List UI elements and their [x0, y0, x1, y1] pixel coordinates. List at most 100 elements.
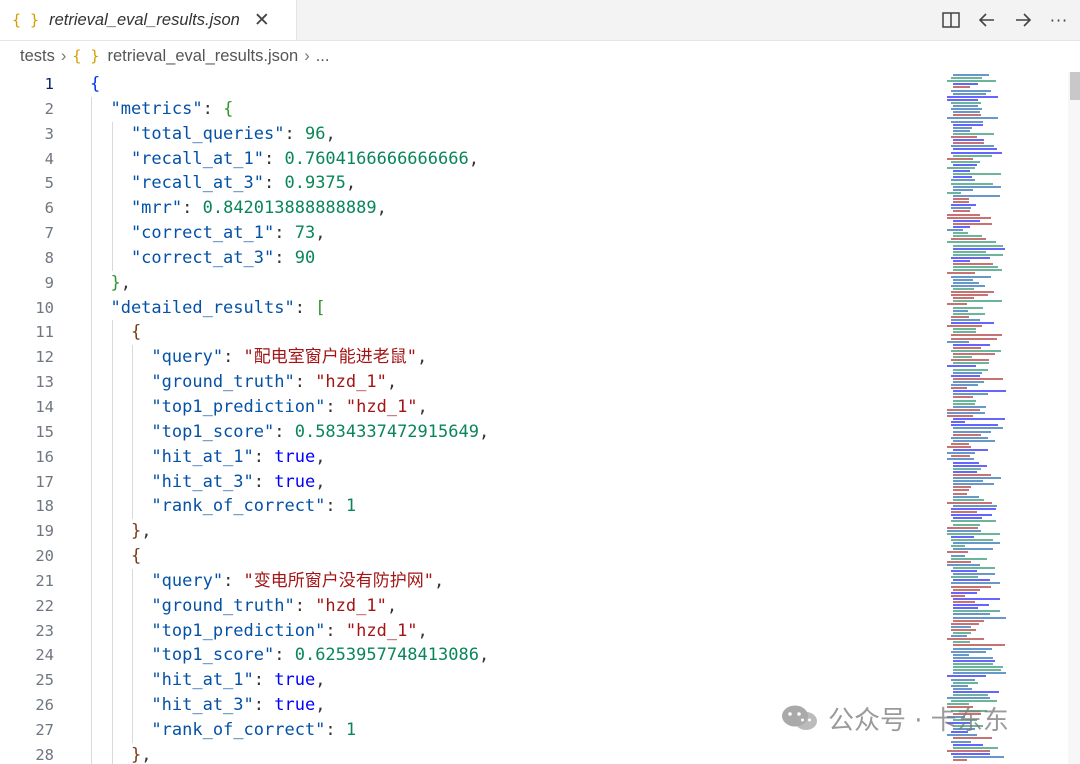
code-line: "mrr": 0.842013888888889, — [90, 196, 945, 222]
minimap-line — [953, 607, 978, 610]
indent-guide — [91, 270, 92, 296]
minimap-line — [953, 461, 979, 464]
minimap-line — [953, 399, 976, 402]
minimap-line — [953, 250, 986, 253]
minimap-line — [951, 387, 967, 390]
minimap-line — [953, 396, 973, 399]
minimap-line — [953, 353, 995, 355]
code-area[interactable]: { "metrics": { "total_queries": 96, "rec… — [90, 72, 945, 764]
indent-guide — [132, 394, 133, 420]
minimap-line — [953, 331, 976, 334]
minimap-line — [953, 470, 977, 473]
minimap-line — [953, 486, 971, 489]
forward-arrow-icon[interactable] — [1012, 9, 1034, 31]
minimap-line — [953, 163, 977, 166]
code-token: } — [130, 521, 142, 542]
code-token: , — [120, 272, 131, 293]
line-number: 26 — [35, 696, 54, 715]
indent-guide — [111, 494, 113, 520]
indent-guide — [132, 469, 133, 495]
breadcrumb: tests › { } retrieval_eval_results.json … — [0, 40, 1080, 72]
breadcrumb-folder[interactable]: tests — [20, 47, 55, 66]
code-editor[interactable]: 1 2 3 4 5 6 7 8 9 10 11 12 13 14 15 16 17 18 19 20 21 22 23 24 2… — [0, 72, 945, 764]
minimap-line — [951, 294, 988, 297]
minimap-line — [951, 678, 975, 681]
code-token: , — [315, 695, 326, 716]
minimap-line — [951, 322, 994, 324]
indent-guide — [91, 494, 92, 520]
code-token: "top1_prediction" — [90, 396, 326, 417]
minimap-line — [951, 740, 971, 743]
code-token: , — [417, 347, 428, 368]
minimap-line — [953, 601, 975, 603]
editor-tab[interactable]: { } retrieval_eval_results.json ✕ — [0, 0, 297, 40]
minimap-line — [953, 632, 971, 634]
breadcrumb-tail[interactable]: ... — [316, 47, 330, 66]
minimap-line — [953, 309, 968, 312]
minimap-line — [953, 185, 1001, 188]
wechat-icon — [782, 705, 817, 730]
minimap-line — [953, 480, 983, 483]
minimap-line — [953, 300, 1002, 303]
code-token: , — [315, 446, 326, 467]
minimap-line — [953, 253, 1003, 256]
minimap-line — [953, 346, 981, 349]
code-token: { — [223, 98, 234, 119]
minimap-line — [953, 281, 979, 284]
minimap-line — [953, 492, 967, 495]
code-token: : — [294, 297, 316, 318]
indent-guide — [91, 295, 92, 321]
code-token: : — [253, 695, 275, 716]
minimap-line — [953, 244, 1003, 247]
close-icon[interactable]: ✕ — [254, 9, 270, 31]
minimap-line — [953, 343, 990, 346]
code-line: "recall_at_1": 0.7604166666666666, — [90, 146, 945, 172]
more-icon[interactable]: ··· — [1048, 9, 1070, 31]
code-token: "变电所窗户没有防护网" — [243, 570, 435, 591]
minimap-line — [951, 511, 977, 514]
minimap-line — [951, 752, 990, 755]
line-number: 18 — [35, 497, 54, 516]
minimap-line — [953, 105, 978, 107]
code-token: true — [274, 471, 316, 492]
line-number: 16 — [35, 447, 54, 466]
indent-guide — [132, 568, 133, 594]
minimap-line — [953, 566, 995, 569]
minimap-line — [951, 424, 998, 427]
indent-guide — [91, 568, 92, 594]
code-line: }, — [90, 270, 945, 296]
minimap-line — [951, 145, 994, 148]
minimap-line — [953, 225, 970, 228]
split-editor-icon[interactable] — [940, 9, 962, 31]
minimap-line — [947, 80, 996, 83]
minimap-line — [953, 523, 980, 526]
indent-guide — [111, 394, 113, 420]
back-arrow-icon[interactable] — [976, 9, 998, 31]
code-token: "recall_at_1" — [90, 148, 264, 169]
minimap-line — [951, 554, 965, 557]
minimap-line — [951, 384, 978, 386]
minimap-line — [953, 669, 1001, 672]
minimap-line — [951, 539, 993, 541]
line-number: 14 — [35, 397, 54, 416]
indent-guide — [111, 668, 113, 694]
minimap-line — [951, 576, 978, 579]
minimap[interactable] — [945, 72, 1067, 764]
vertical-scrollbar[interactable] — [1068, 72, 1080, 764]
minimap-line — [953, 666, 1003, 669]
minimap-line — [951, 284, 985, 287]
code-line: "ground_truth": "hzd_1", — [90, 593, 945, 619]
tab-bar: { } retrieval_eval_results.json ✕ ··· — [0, 0, 1080, 41]
minimap-line — [953, 542, 1000, 545]
code-line: { — [90, 320, 945, 346]
code-token: "top1_prediction" — [90, 620, 326, 641]
line-number: 22 — [35, 596, 54, 615]
scrollbar-thumb[interactable] — [1070, 72, 1080, 100]
breadcrumb-file[interactable]: retrieval_eval_results.json — [107, 47, 298, 66]
minimap-line — [951, 650, 986, 653]
indent-guide — [91, 444, 92, 470]
indent-guide — [111, 717, 113, 743]
indent-guide — [91, 345, 92, 371]
indent-guide — [132, 717, 133, 743]
code-line: "metrics": { — [90, 96, 945, 122]
